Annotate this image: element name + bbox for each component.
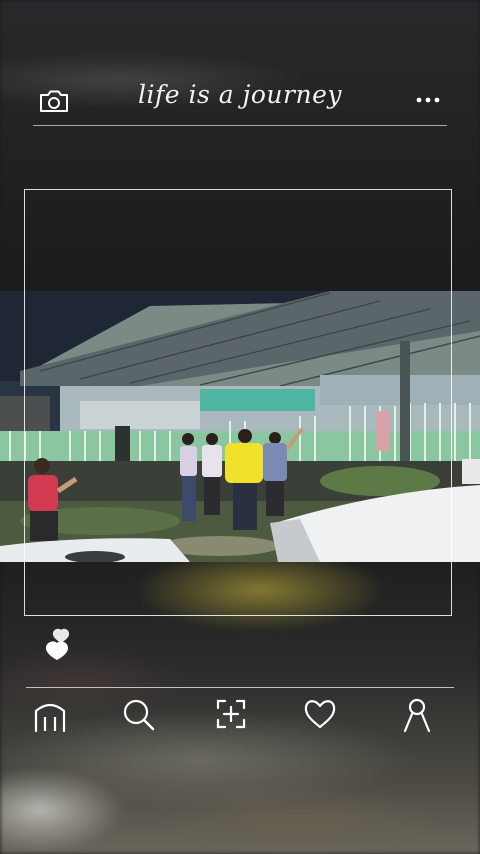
- header-bar: life is a journey: [33, 70, 447, 126]
- profile-icon[interactable]: [400, 697, 436, 733]
- home-icon[interactable]: [33, 697, 69, 733]
- heart-icon[interactable]: [302, 697, 338, 733]
- search-icon[interactable]: [121, 697, 157, 733]
- header-divider: [33, 125, 447, 126]
- nav-divider: [26, 687, 454, 688]
- add-post-icon[interactable]: [214, 697, 250, 733]
- photo-frame: [24, 189, 452, 616]
- heart-stack-icon[interactable]: [44, 628, 74, 664]
- bottom-nav: [0, 697, 480, 737]
- app-title: life is a journey: [138, 80, 342, 109]
- more-horizontal-icon[interactable]: [415, 92, 441, 108]
